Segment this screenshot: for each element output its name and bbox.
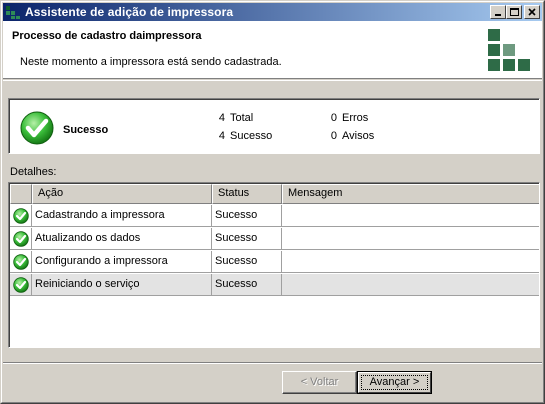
app-icon — [5, 4, 21, 20]
next-button[interactable]: Avançar > — [357, 371, 432, 394]
minimize-button[interactable] — [490, 5, 506, 19]
title-bar[interactable]: Assistente de adição de impressora — [3, 3, 542, 21]
header-title: Processo de cadastro daimpressora — [12, 30, 202, 42]
list-header: Ação Status Mensagem — [10, 184, 539, 204]
details-list[interactable]: Ação Status Mensagem Cadastrando a impre… — [8, 182, 540, 348]
success-check-icon — [13, 231, 29, 247]
details-label: Detalhes: — [10, 166, 57, 178]
close-icon — [528, 8, 536, 16]
row-mensagem — [282, 228, 539, 249]
column-header-icon[interactable] — [10, 184, 32, 204]
table-row[interactable]: Configurando a impressora Sucesso — [10, 251, 539, 273]
stat-warnings-label: Avisos — [342, 130, 375, 142]
stat-success-label: Sucesso — [230, 130, 273, 142]
maximize-icon — [510, 8, 519, 16]
row-acao: Reiniciando o serviço — [32, 274, 212, 295]
column-header-mensagem[interactable]: Mensagem — [282, 184, 539, 204]
stat-success-count: 4 — [218, 130, 225, 142]
stat-errors-count: 0 — [330, 112, 337, 124]
wizard-header: Processo de cadastro daimpressora Neste … — [3, 21, 542, 79]
header-divider — [3, 80, 542, 81]
row-status-icon — [10, 274, 32, 295]
minimize-icon — [495, 14, 501, 16]
column-header-acao[interactable]: Ação — [32, 184, 212, 204]
wizard-window: Assistente de adição de impressora Proce… — [0, 0, 545, 404]
maximize-button[interactable] — [506, 5, 522, 19]
stat-warnings-count: 0 — [330, 130, 337, 142]
row-acao: Atualizando os dados — [32, 228, 212, 249]
company-logo — [488, 29, 530, 71]
next-button-label: Avançar > — [369, 376, 420, 388]
success-check-icon — [20, 111, 54, 145]
header-subtitle: Neste momento a impressora está sendo ca… — [20, 56, 282, 68]
stat-success: 4 Sucesso — [215, 130, 272, 142]
table-row[interactable]: Reiniciando o serviço Sucesso — [10, 274, 539, 296]
row-status-icon — [10, 205, 32, 226]
summary-panel: Sucesso 4 Total 4 Sucesso 0 Erros 0 Avisos — [8, 98, 540, 154]
table-row[interactable]: Atualizando os dados Sucesso — [10, 228, 539, 250]
row-mensagem — [282, 205, 539, 226]
success-check-icon — [13, 208, 29, 224]
window-title: Assistente de adição de impressora — [25, 5, 234, 19]
stat-errors: 0 Erros — [327, 112, 368, 124]
row-acao: Cadastrando a impressora — [32, 205, 212, 226]
column-header-status[interactable]: Status — [212, 184, 282, 204]
window-controls — [490, 5, 540, 19]
close-button[interactable] — [524, 5, 540, 19]
row-status: Sucesso — [212, 251, 282, 272]
back-button[interactable]: < Voltar — [282, 371, 357, 394]
stat-total-count: 4 — [218, 112, 225, 124]
stat-warnings: 0 Avisos — [327, 130, 374, 142]
row-status: Sucesso — [212, 228, 282, 249]
row-acao: Configurando a impressora — [32, 251, 212, 272]
table-row[interactable]: Cadastrando a impressora Sucesso — [10, 205, 539, 227]
success-check-icon — [13, 277, 29, 293]
row-mensagem — [282, 274, 539, 295]
stat-errors-label: Erros — [342, 112, 369, 124]
row-status-icon — [10, 251, 32, 272]
success-check-icon — [13, 254, 29, 270]
row-status: Sucesso — [212, 205, 282, 226]
row-mensagem — [282, 251, 539, 272]
row-status-icon — [10, 228, 32, 249]
stat-total-label: Total — [230, 112, 254, 124]
summary-status: Sucesso — [63, 124, 109, 136]
row-status: Sucesso — [212, 274, 282, 295]
stat-total: 4 Total — [215, 112, 253, 124]
